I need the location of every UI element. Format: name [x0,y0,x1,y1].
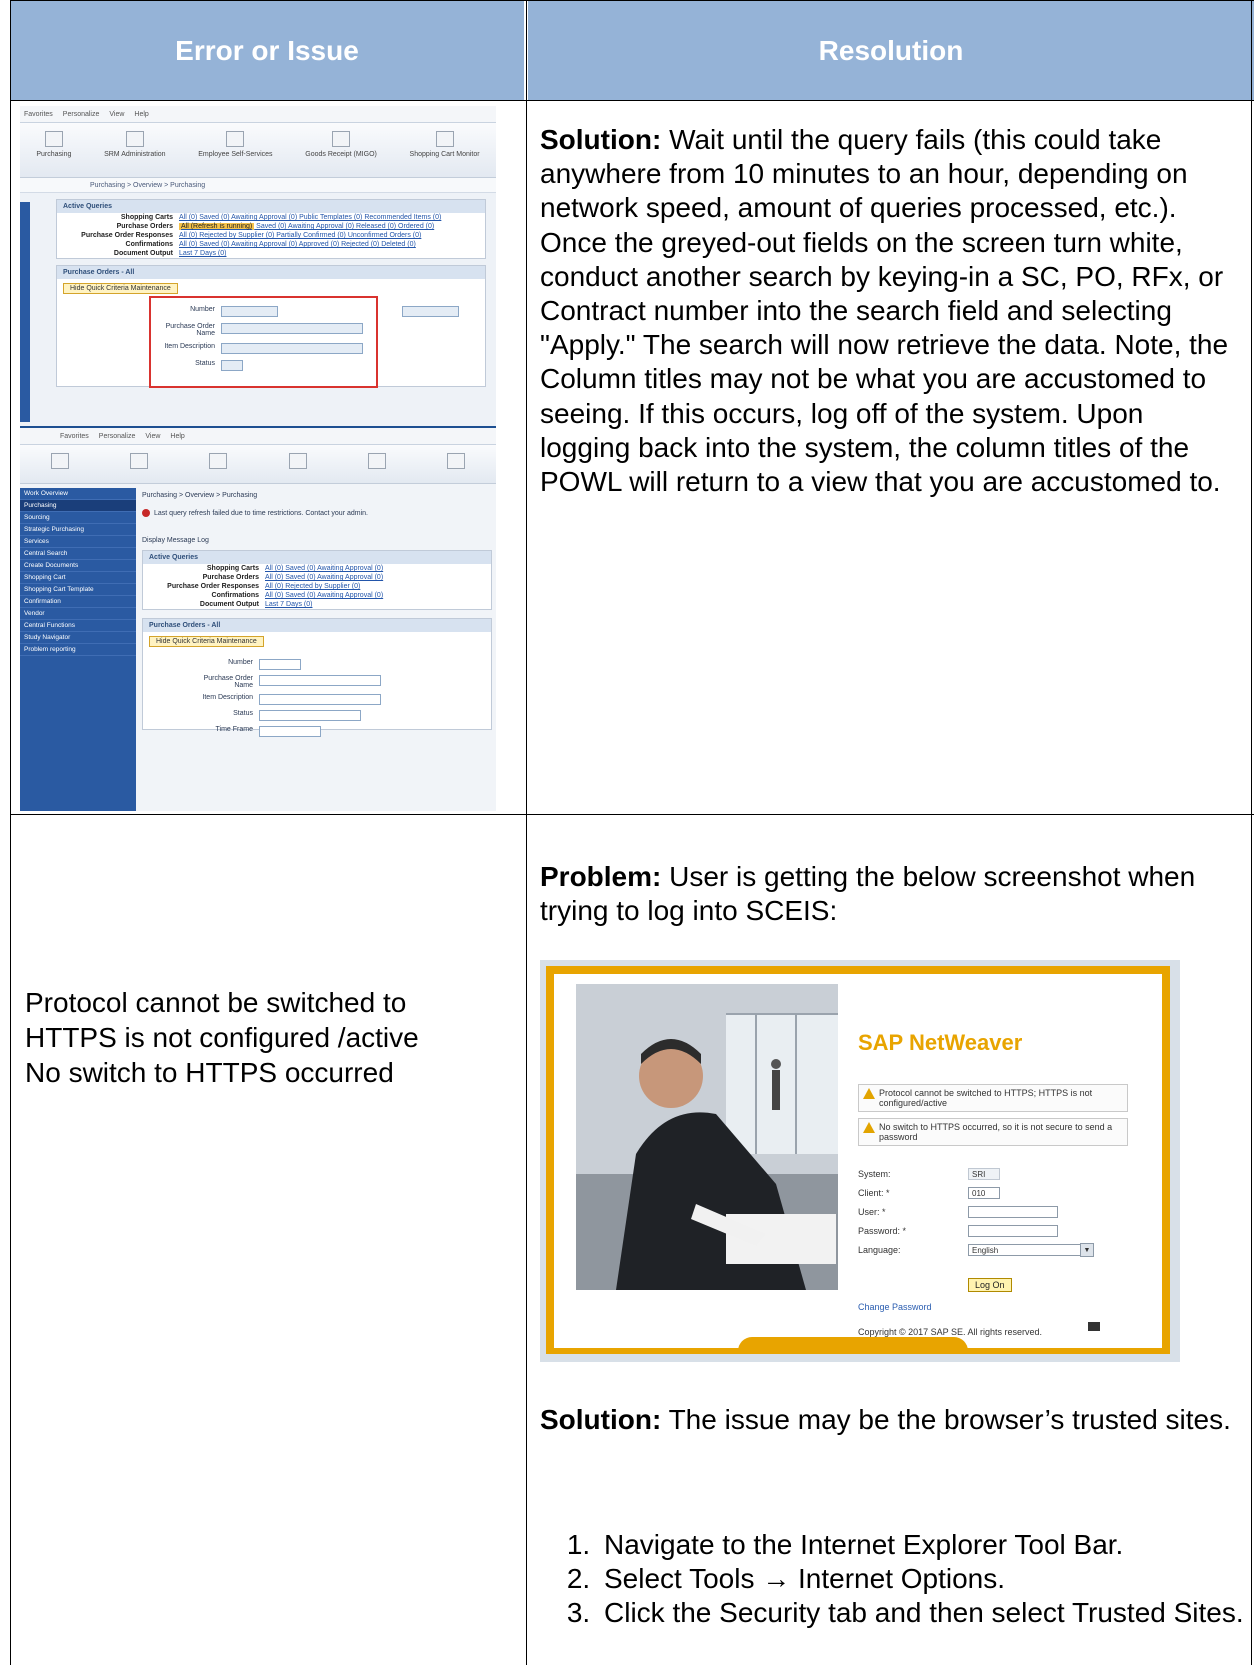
hide-criteria-button: Hide Quick Criteria Maintenance [63,283,178,294]
row2-issue: Protocol cannot be switched to HTTPS is … [25,985,505,1090]
sap-netweaver-logo: SAP NetWeaver [858,1030,1023,1055]
sap-left-nav: Work Overview Purchasing Sourcing Strate… [20,488,136,811]
issue-line: Protocol cannot be switched to [25,987,407,1018]
sap-lower-content: Purchasing > Overview > Purchasing Last … [142,492,492,737]
grid-line [1251,0,1252,1665]
grid-line [10,0,1254,1]
query-row: Purchase Order Responses All (0) Rejected… [81,232,422,239]
sap-menubar-lower: Favorites Personalize View Help [20,428,496,445]
grid-line [526,0,527,1665]
logon-screenshot: SAP NetWeaver Protocol cannot be switche… [540,960,1180,1362]
user-field[interactable] [968,1206,1058,1218]
system-field: SRI [968,1168,1000,1180]
active-queries-title: Active Queries [57,200,485,213]
sap-breadcrumb: Purchasing > Overview > Purchasing [20,178,496,193]
query-row: Confirmations All (0) Saved (0) Awaiting … [125,241,416,248]
solution-text: The issue may be the browser’s trusted s… [661,1404,1231,1435]
cart-monitor-icon: Shopping Cart Monitor [410,131,480,158]
row1-resolution: Solution: Wait until the query fails (th… [540,123,1240,499]
sap-screenshot: Favorites Personalize View Help Purchasi… [20,106,496,811]
solution-label: Solution: [540,1404,662,1435]
header-issue: Error or Issue [10,0,524,101]
warning-icon [863,1122,875,1133]
steps-list: Navigate to the Internet Explorer Tool B… [540,1528,1254,1630]
row2-problem: Problem: User is getting the below scree… [540,860,1240,928]
issue-line: No switch to HTTPS occurred [25,1057,394,1088]
sap-nav-strip [20,202,30,422]
ess-icon: Employee Self-Services [198,131,273,158]
grid-line [10,0,11,1665]
goods-receipt-icon: Goods Receipt (MIGO) [305,131,377,158]
query-row: Document Output Last 7 Days (0) [113,250,227,257]
dropdown-arrow-icon[interactable]: ▼ [1080,1243,1094,1257]
grid-line [10,814,1254,815]
warning-message: No switch to HTTPS occurred, so it is no… [858,1118,1128,1146]
query-row: Purchase Orders All (Refresh is running) … [116,223,435,230]
password-row: Password: * [858,1224,1058,1238]
po-panel: Purchase Orders - All Hide Quick Criteri… [56,265,486,388]
password-field[interactable] [968,1225,1058,1237]
photo-illustration [576,984,838,1290]
step-item: Click the Security tab and then select T… [598,1596,1254,1630]
language-select[interactable]: English [968,1244,1092,1256]
sap-icon-row: Purchasing SRM Administration Employee S… [20,123,496,178]
problem-label: Problem: [540,861,662,892]
sap-menubar: Favorites Personalize View Help [20,106,496,123]
client-row: Client: * 010 [858,1186,1000,1200]
menu-personalize: Personalize [62,110,100,118]
row2-solution: Solution: The issue may be the browser’s… [540,1403,1240,1437]
accessibility-icon[interactable] [1088,1322,1100,1331]
query-row: Shopping Carts All (0) Saved (0) Awaiting… [120,214,442,221]
solution-label: Solution: [540,124,662,155]
header-resolution: Resolution [528,0,1254,101]
step-item: Navigate to the Internet Explorer Tool B… [598,1528,1254,1562]
log-on-button[interactable]: Log On [968,1278,1012,1292]
srm-admin-icon: SRM Administration [104,131,166,158]
warning-icon [863,1088,875,1099]
po-title: Purchase Orders - All [57,266,485,279]
error-icon [142,509,150,517]
refresh-running-badge: All (Refresh is running) [179,223,255,230]
grid-line [10,100,1254,101]
sap-icon-row-lower [20,445,496,484]
menu-favorites: Favorites [24,110,53,118]
header-resolution-label: Resolution [818,34,964,66]
header-issue-label: Error or Issue [175,34,359,66]
copyright-text: Copyright © 2017 SAP SE. All rights rese… [858,1327,1043,1337]
solution-text: Wait until the query fails (this could t… [540,124,1229,498]
menu-help: Help [134,110,149,118]
active-queries-panel: Active Queries Shopping Carts All (0) Sav… [56,199,486,259]
highlight-box [149,296,378,388]
warning-message: Protocol cannot be switched to HTTPS; HT… [858,1084,1128,1112]
purchasing-icon: Purchasing [36,131,71,158]
issue-line: HTTPS is not configured /active [25,1022,419,1053]
language-row: Language: English ▼ [858,1243,1094,1257]
change-password-link[interactable]: Change Password [858,1302,932,1312]
menu-view: View [109,110,125,118]
refresh-notice: Last query refresh failed due to time re… [154,509,368,517]
sap-screenshot-lower: Favorites Personalize View Help Work Overvi… [20,426,496,811]
businessman-photo [576,984,838,1290]
user-row: User: * [858,1205,1058,1219]
frame-tab [738,1337,968,1354]
system-row: System: SRI [858,1167,1000,1181]
client-field[interactable]: 010 [968,1187,1000,1199]
step-item: Select Tools → Internet Options. [598,1562,1254,1596]
